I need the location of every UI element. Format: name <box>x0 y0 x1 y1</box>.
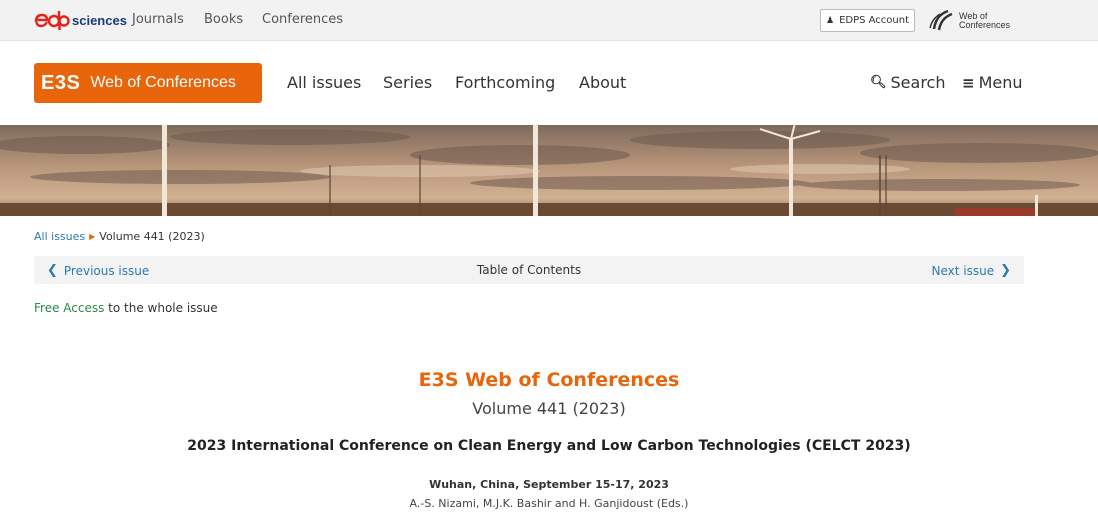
next-issue-label: Next issue <box>931 263 995 278</box>
publisher-name: sciences <box>72 12 127 28</box>
menu-button[interactable]: ≡ Menu <box>962 73 1023 92</box>
journal-brand-logo[interactable]: E3S Web of Conferences <box>34 63 262 103</box>
site-header: E3S Web of Conferences All issues Series… <box>0 41 1098 125</box>
edps-account-button[interactable]: ♟ EDPS Account <box>820 9 915 32</box>
breadcrumb-current: Volume 441 (2023) <box>99 230 205 243</box>
nav-all-issues[interactable]: All issues <box>287 73 361 92</box>
conference-title: 2023 International Conference on Clean E… <box>187 438 911 454</box>
toc-title: Table of Contents <box>476 263 582 277</box>
previous-issue-link[interactable]: ❮ Previous issue <box>47 263 149 278</box>
edp-sciences-logo[interactable]: sciences <box>34 9 127 31</box>
edp-logo-icon <box>34 11 70 30</box>
journal-title: E3S Web of Conferences <box>418 369 680 391</box>
web-of-conferences-logo[interactable]: Web of Conferences <box>928 5 1028 37</box>
brand-abbr: E3S <box>41 71 81 94</box>
next-issue-link[interactable]: Next issue ❯ <box>931 263 1011 278</box>
access-notice: Free Access to the whole issue <box>34 301 218 315</box>
chevron-left-icon: ❮ <box>47 263 58 278</box>
menu-label: Menu <box>978 73 1023 92</box>
search-label: Search <box>890 73 946 92</box>
editors: A.-S. Nizami, M.J.K. Bashir and H. Ganji… <box>409 497 689 510</box>
nav-series[interactable]: Series <box>383 73 432 92</box>
conference-place-date: Wuhan, China, September 15-17, 2023 <box>429 478 669 491</box>
header-banner-image <box>0 125 1098 216</box>
breadcrumb: All issues ▶ Volume 441 (2023) <box>34 230 205 243</box>
chevron-right-icon: ❯ <box>1000 263 1011 278</box>
user-icon: ♟ <box>825 15 835 26</box>
free-access-badge: Free Access <box>34 301 105 315</box>
web-of-conferences-logo-icon <box>929 9 953 31</box>
breadcrumb-arrow-icon: ▶ <box>89 232 96 241</box>
breadcrumb-all-issues[interactable]: All issues <box>34 230 85 243</box>
topbar-link-books[interactable]: Books <box>204 12 243 27</box>
top-bar: sciences Journals Books Conferences ♟ ED… <box>0 0 1098 41</box>
topbar-link-journals[interactable]: Journals <box>132 12 184 27</box>
toc-navigation-bar: Table of Contents ❮ Previous issue Next … <box>34 256 1024 284</box>
previous-issue-label: Previous issue <box>63 263 150 278</box>
search-icon: 🔍︎ <box>870 75 887 90</box>
brand-name: Web of Conferences <box>90 74 236 91</box>
nav-forthcoming[interactable]: Forthcoming <box>455 73 555 92</box>
volume-title: Volume 441 (2023) <box>472 399 626 418</box>
nav-about[interactable]: About <box>579 73 626 92</box>
access-notice-text: to the whole issue <box>104 301 218 315</box>
topbar-link-conferences[interactable]: Conferences <box>262 12 343 27</box>
search-button[interactable]: 🔍︎ Search <box>870 73 945 92</box>
account-label: EDPS Account <box>839 15 910 26</box>
wof-line2: Conferences <box>959 20 1011 30</box>
menu-icon: ≡ <box>962 73 975 92</box>
